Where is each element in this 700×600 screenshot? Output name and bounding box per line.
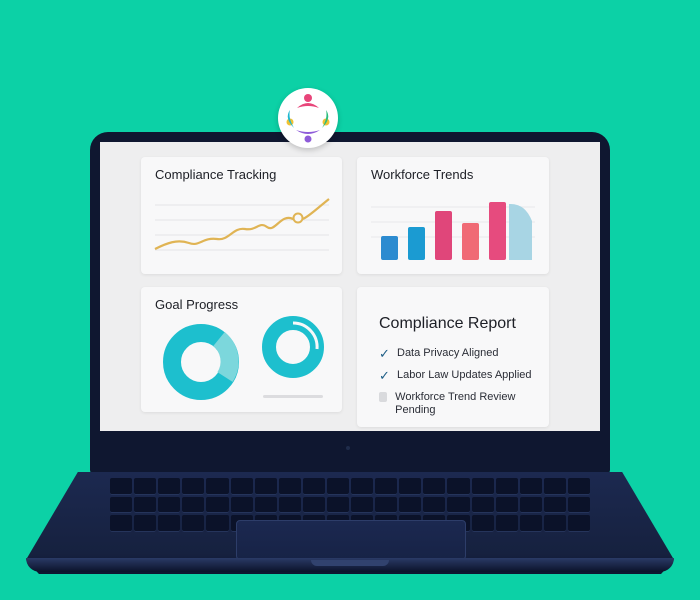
keyboard-key: [206, 496, 229, 514]
keyboard-key: [182, 496, 205, 514]
keyboard-key: [254, 478, 277, 495]
keyboard-key: [302, 496, 325, 514]
compliance-trend-line: [154, 198, 330, 250]
keyboard-key: [519, 496, 542, 514]
bar-3: [435, 211, 452, 260]
keyboard-key: [375, 496, 398, 514]
keyboard-key: [182, 515, 205, 532]
keyboard-key: [158, 496, 181, 514]
check-icon: ✓: [379, 346, 390, 361]
report-item: Workforce Trend Review Pending: [379, 391, 529, 417]
keyboard-key: [110, 496, 133, 514]
keyboard-key: [447, 478, 470, 495]
laptop-lip: [311, 560, 389, 566]
keyboard-key: [399, 496, 422, 514]
keyboard-key: [567, 515, 590, 532]
keyboard-key: [230, 478, 253, 495]
keyboard-key: [447, 496, 470, 514]
trackpad: [236, 520, 466, 560]
compliance-line-chart: [154, 198, 330, 251]
keyboard-key: [158, 478, 181, 495]
bar-4: [462, 223, 479, 260]
keyboard-key: [495, 478, 518, 495]
keyboard-key: [423, 496, 446, 514]
laptop-screen: Compliance Tracking Workforce Trends Goa…: [100, 142, 600, 431]
goal-donut-charts: [163, 316, 324, 400]
report-item: ✓ Labor Law Updates Applied: [379, 369, 549, 382]
team-logo-badge: [278, 88, 338, 148]
workforce-bar-chart: [371, 202, 535, 260]
compliance-report-title: Compliance Report: [379, 315, 516, 332]
bar-1: [381, 236, 398, 260]
keyboard-key: [302, 478, 325, 495]
check-icon: ✓: [379, 368, 390, 383]
keyboard-key: [326, 478, 349, 495]
keyboard-key: [519, 515, 542, 532]
person-top: [297, 94, 319, 108]
keyboard-key: [519, 478, 542, 495]
compliance-report-card: Compliance Report ✓ Data Privacy Aligned…: [357, 287, 549, 427]
keyboard-key: [399, 478, 422, 495]
keyboard-key: [495, 496, 518, 514]
report-item-label: Workforce Trend Review Pending: [395, 391, 516, 416]
keyboard-key: [375, 478, 398, 495]
keyboard-key: [278, 496, 301, 514]
keyboard-key: [110, 478, 133, 495]
keyboard-key: [326, 496, 349, 514]
keyboard-key: [543, 478, 566, 495]
report-item-label: Data Privacy Aligned: [397, 347, 499, 359]
bar-2: [408, 227, 425, 260]
keyboard-key: [254, 496, 277, 514]
keyboard-key: [567, 496, 590, 514]
keyboard-key: [351, 496, 374, 514]
team-circle-icon: [286, 94, 330, 143]
keyboard-key: [158, 515, 181, 532]
unchecked-box-icon: [379, 392, 388, 402]
keyboard-key: [134, 478, 157, 495]
goal-progress-card: Goal Progress: [141, 287, 342, 412]
workforce-trends-card: Workforce Trends: [357, 157, 549, 274]
keyboard-key: [543, 515, 566, 532]
donut-chart-left: [163, 324, 239, 400]
keyboard-key: [423, 478, 446, 495]
keyboard-key: [206, 515, 229, 532]
bar-6: [509, 203, 532, 260]
compliance-trend-marker: [292, 212, 304, 224]
keyboard-key: [471, 515, 494, 532]
camera-dot: [346, 446, 350, 450]
keyboard-key: [567, 478, 590, 495]
keyboard-key: [206, 478, 229, 495]
progress-placeholder-bar: [263, 395, 323, 398]
report-item-label: Labor Law Updates Applied: [397, 369, 532, 381]
keyboard-key: [471, 478, 494, 495]
keyboard-key: [110, 515, 133, 532]
person-bottom: [296, 130, 320, 143]
keyboard-key: [543, 496, 566, 514]
keyboard-key: [495, 515, 518, 532]
keyboard-key: [134, 515, 157, 532]
bar-5: [489, 202, 506, 260]
report-item: ✓ Data Privacy Aligned: [379, 347, 549, 360]
keyboard-key: [134, 496, 157, 514]
keyboard-key: [278, 478, 301, 495]
keyboard-key: [182, 478, 205, 495]
donut-chart-right: [262, 316, 324, 378]
keyboard-key: [471, 496, 494, 514]
keyboard-key: [351, 478, 374, 495]
compliance-tracking-card: Compliance Tracking: [141, 157, 342, 274]
keyboard-key: [230, 496, 253, 514]
